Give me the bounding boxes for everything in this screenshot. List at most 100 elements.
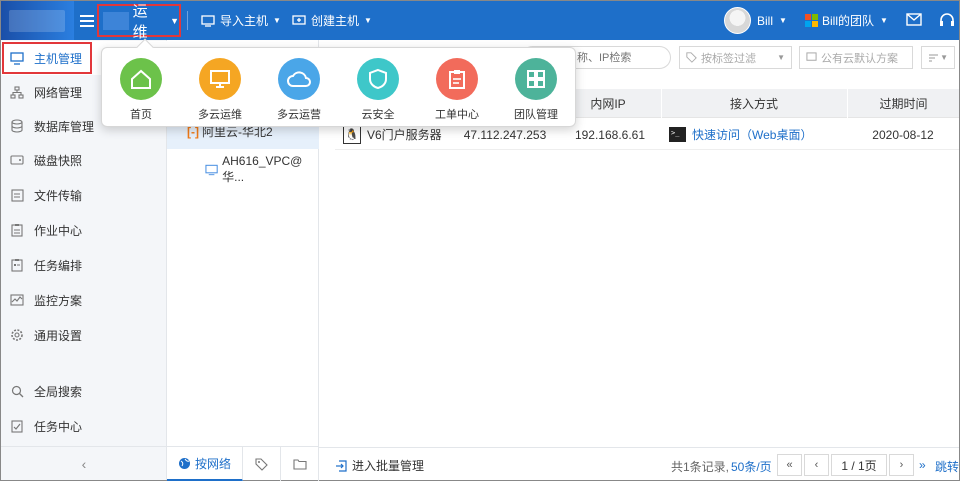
scheme-filter-select[interactable]: 公有云默认方案 [799, 46, 913, 69]
user-name: Bill [757, 13, 774, 28]
sidebar-item-global-search[interactable]: 全局搜索 [1, 374, 167, 408]
app-menu-item-cloud-security[interactable]: 云安全 [346, 58, 410, 122]
sidebar-item-label: 通用设置 [34, 328, 83, 343]
avatar[interactable] [724, 7, 751, 34]
sidebar-item-task-orchestration[interactable]: 任务编排 [1, 248, 167, 282]
database-icon [9, 118, 25, 134]
search-icon [9, 383, 25, 399]
globe-icon [178, 457, 190, 469]
sidebar-item-disk-snapshot[interactable]: 磁盘快照 [1, 143, 167, 177]
grid-icon [515, 58, 557, 100]
sidebar-item-label: 作业中心 [34, 223, 83, 238]
quick-access-link[interactable]: >_ 快速访问（Web桌面） [669, 119, 839, 150]
clipboard-icon [436, 58, 478, 100]
host-name: V6门户服务器 [367, 128, 442, 142]
sidebar-item-job-center[interactable]: 作业中心 [1, 213, 167, 247]
tag-icon [686, 52, 697, 63]
sidebar-item-label: 监控方案 [34, 293, 83, 308]
logo-mark [9, 10, 65, 32]
team-logo-icon [805, 14, 818, 27]
menu-icon[interactable] [80, 12, 94, 28]
header-divider [187, 11, 188, 30]
top-bar: 运维 ▼ 导入主机 ▼ 创建主机 ▼ Bill ▼ Bill的团队 ▼ [1, 1, 959, 41]
highlight-frame [2, 42, 92, 74]
prev-page-button[interactable]: ‹ [804, 454, 829, 476]
app-menu-item-multicloud-ops[interactable]: 多云运维 [188, 58, 252, 122]
logo[interactable] [1, 1, 74, 40]
import-host-menu[interactable]: 导入主机 ▼ [201, 1, 281, 40]
tag-filter-select[interactable]: 按标签过滤 ▼ [679, 46, 792, 69]
create-host-menu[interactable]: 创建主机 ▼ [292, 1, 372, 40]
app-switcher[interactable]: 运维 ▼ [97, 3, 181, 41]
chevron-down-icon: ▼ [940, 53, 948, 62]
disk-icon [9, 152, 25, 168]
app-menu-label: 团队管理 [514, 109, 558, 121]
chevron-down-icon: ▼ [880, 16, 888, 25]
sort-icon [929, 54, 938, 61]
app-menu-label: 多云运维 [198, 109, 242, 121]
quick-access-label: 快速访问（Web桌面） [692, 128, 813, 142]
enter-icon [336, 459, 347, 472]
next-page-button[interactable]: › [889, 454, 914, 476]
task-icon [9, 257, 25, 273]
app-menu-label: 多云运营 [277, 109, 321, 121]
app-menu-item-multicloud-operation[interactable]: 多云运营 [267, 58, 331, 122]
last-page-button[interactable]: » [919, 458, 926, 472]
app-menu-popover: 首页 多云运维 多云运营 云安全 工单中心 团队管理 [101, 38, 576, 127]
headset-icon[interactable] [938, 11, 956, 32]
monitor-chart-icon [9, 292, 25, 308]
shield-icon [357, 58, 399, 100]
sidebar-item-settings[interactable]: 通用设置 [1, 318, 167, 352]
tree-node-vpc[interactable]: AH616_VPC@华... [205, 154, 318, 185]
app-menu-item-ticket-center[interactable]: 工单中心 [425, 58, 489, 122]
vpc-icon [205, 164, 218, 175]
sidebar-item-label: 全局搜索 [34, 384, 83, 399]
jump-button[interactable]: 跳转 [935, 458, 959, 475]
gear-icon [9, 327, 25, 343]
app-menu-item-team-management[interactable]: 团队管理 [504, 58, 568, 122]
sidebar-item-label: 任务编排 [34, 258, 83, 273]
create-host-icon [292, 14, 306, 25]
page-size-select[interactable]: 50条/页 [731, 458, 772, 475]
sidebar-item-label: 任务中心 [34, 419, 83, 434]
clipboard-icon [9, 222, 25, 238]
import-icon [201, 14, 215, 27]
tag-icon [255, 457, 268, 471]
mail-icon[interactable] [906, 13, 922, 29]
sidebar-item-task-center[interactable]: 任务中心 [1, 409, 167, 443]
chevron-down-icon: ▼ [170, 15, 179, 26]
linux-icon: 🐧 [343, 125, 361, 144]
import-host-label: 导入主机 [220, 14, 269, 28]
team-menu[interactable]: Bill的团队 ▼ [822, 1, 888, 40]
app-menu-item-home[interactable]: 首页 [109, 58, 173, 122]
app-menu-label: 首页 [130, 109, 152, 121]
scheme-filter-label: 公有云默认方案 [821, 52, 898, 65]
folder-icon [292, 459, 307, 470]
app-menu-label: 工单中心 [435, 109, 479, 121]
batch-manage-button[interactable]: 进入批量管理 [335, 457, 424, 474]
tab-by-tag[interactable] [243, 447, 281, 481]
tree-node-label: AH616_VPC@华... [222, 154, 303, 184]
sort-select[interactable]: ▼ [921, 46, 955, 69]
column-access[interactable]: 接入方式 [661, 89, 846, 118]
app-switcher-logo [103, 11, 129, 30]
chevron-down-icon: ▼ [779, 16, 787, 25]
sidebar-item-monitoring[interactable]: 监控方案 [1, 283, 167, 317]
expire-cell: 2020-08-12 [872, 127, 934, 142]
batch-manage-label: 进入批量管理 [352, 459, 425, 473]
page-indicator: 1 / 1页 [831, 454, 887, 476]
sidebar-collapse-button[interactable]: ‹ [1, 446, 167, 480]
user-menu[interactable]: Bill ▼ [757, 1, 787, 40]
chevron-down-icon: ▼ [364, 16, 372, 25]
column-expire[interactable]: 过期时间 [847, 89, 959, 118]
cloud-icon [278, 58, 320, 100]
tab-by-network[interactable]: 按网络 [167, 447, 243, 481]
tab-by-folder[interactable] [281, 447, 319, 481]
terminal-icon: >_ [669, 127, 686, 142]
app-menu-label: 云安全 [361, 109, 395, 121]
first-page-button[interactable]: « [777, 454, 802, 476]
tree-tabs: 按网络 [167, 446, 319, 481]
total-count: 共1条记录, [671, 460, 730, 474]
sidebar-item-file-transfer[interactable]: 文件传输 [1, 178, 167, 212]
display-icon [199, 58, 241, 100]
